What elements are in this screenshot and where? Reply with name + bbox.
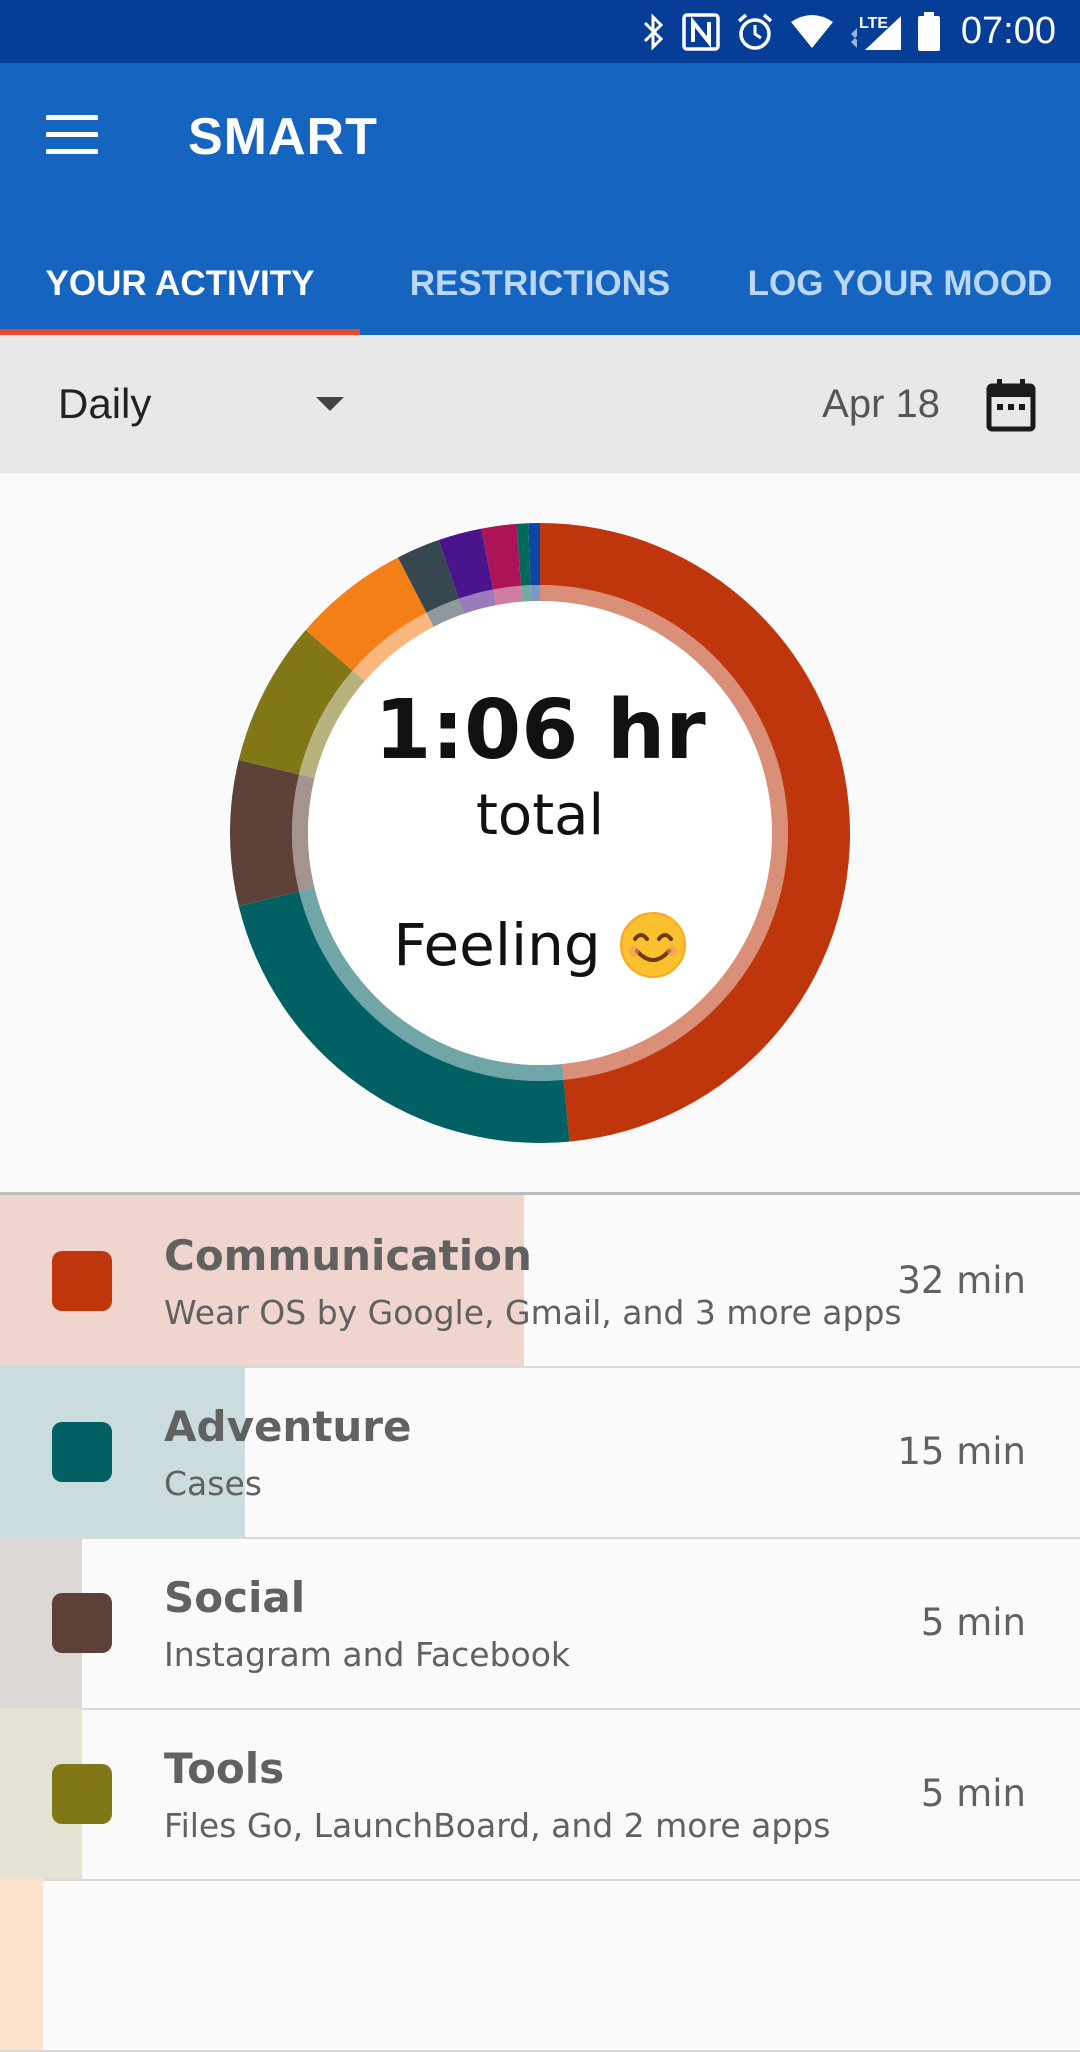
category-duration: 5 min [920,1772,1026,1815]
tab-your-activity[interactable]: YOUR ACTIVITY [0,233,360,335]
usage-bar [0,1366,245,1537]
category-duration: 15 min [897,1430,1026,1473]
category-duration: 5 min [920,1601,1026,1644]
category-row-social[interactable]: Social Instagram and Facebook 5 min [0,1537,1080,1710]
status-bar: LTE 07:00 [0,0,1080,63]
feeling-label: Feeling [393,911,601,979]
smiling-face-icon [619,912,686,978]
category-row-communication[interactable]: Communication Wear OS by Google, Gmail, … [0,1195,1080,1368]
alarm-icon [737,13,773,50]
category-apps: Files Go, LaunchBoard, and 2 more apps [164,1806,831,1845]
category-name: Social [164,1573,306,1622]
category-apps: Cases [164,1464,262,1503]
clock: 07:00 [960,10,1056,52]
total-value: 1:06 hr [374,683,706,778]
total-label: total [475,783,605,848]
usage-bar [0,1879,43,2050]
category-name: Communication [164,1231,532,1280]
app-bar: SMART YOUR ACTIVITY RESTRICTIONS LOG YOU… [0,63,1080,335]
date-label[interactable]: Apr 18 [822,335,940,473]
category-row-adventure[interactable]: Adventure Cases 15 min [0,1366,1080,1539]
lte-icon: LTE [850,15,901,50]
bluetooth-icon [643,12,664,51]
status-icons: LTE 07:00 [641,0,1056,63]
tab-bar: YOUR ACTIVITY RESTRICTIONS LOG YOUR MOOD [0,233,1080,335]
tab-restrictions[interactable]: RESTRICTIONS [360,233,720,335]
dropdown-arrow-icon[interactable] [316,397,344,411]
donut-slice-inner-8 [521,585,532,602]
usage-chart: 1:06 hr total Feeling [0,473,1080,1193]
filter-bar: Daily Apr 18 [0,335,1080,473]
svg-text:LTE: LTE [859,15,888,32]
category-color-swatch [52,1593,112,1653]
hamburger-menu-icon[interactable] [46,115,98,155]
category-row-tools[interactable]: Tools Files Go, LaunchBoard, and 2 more … [0,1708,1080,1881]
category-apps: Wear OS by Google, Gmail, and 3 more app… [164,1293,902,1332]
category-row-next[interactable] [0,1879,1080,2052]
category-color-swatch [52,1251,112,1311]
wifi-icon [790,14,833,48]
category-color-swatch [52,1764,112,1824]
tab-log-your-mood[interactable]: LOG YOUR MOOD [720,233,1080,335]
category-name: Tools [164,1744,285,1793]
battery-icon [917,11,940,51]
category-duration: 32 min [897,1259,1026,1302]
category-color-swatch [52,1422,112,1482]
donut-slice-inner-9 [530,585,540,602]
category-name: Adventure [164,1402,412,1451]
category-apps: Instagram and Facebook [164,1635,571,1674]
nfc-icon [682,12,720,51]
period-dropdown[interactable]: Daily [58,335,151,473]
calendar-icon[interactable] [986,378,1036,432]
feeling-button[interactable]: Feeling [0,911,1080,979]
app-title: SMART [188,108,378,166]
